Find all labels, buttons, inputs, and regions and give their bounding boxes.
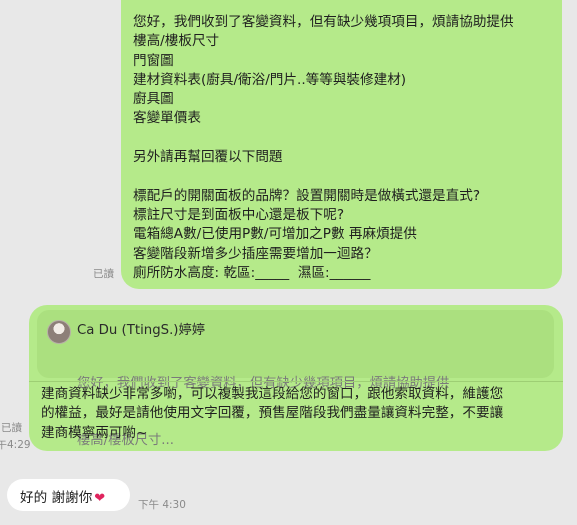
message-text: 您好，我們收到了客變資料，但有缺少幾項項目，煩請協助提供 樓高/樓板尺寸 門窗圖…	[133, 13, 554, 283]
avatar	[47, 320, 71, 344]
divider	[29, 381, 563, 382]
message-line: 您好，我們收到了客變資料，但有缺少幾項項目，煩請協助提供	[133, 14, 514, 30]
message-line: 樓高/樓板尺寸	[133, 33, 220, 50]
outgoing-message-bubble[interactable]: 您好，我們收到了客變資料，但有缺少幾項項目，煩請協助提供 樓高/樓板尺寸 門窗圖…	[121, 0, 562, 289]
message-line: 客變單價表	[133, 110, 201, 127]
message-text: 建商資料缺少非常多喲，可以複製我這段給您的窗口，跟他索取資料，維護您 的權益，最…	[41, 385, 553, 443]
message-line: 廚具圖	[133, 91, 174, 108]
message-line: 門窗圖	[133, 52, 174, 69]
timestamp: 下午4:29	[0, 439, 31, 451]
read-receipt: 已讀	[1, 422, 22, 434]
message-line: 建材資料表(廚具/衛浴/門片..等等與裝修建材)	[133, 71, 407, 88]
read-receipt: 已讀	[93, 268, 114, 280]
message-line: 建商資料缺少非常多喲，可以複製我這段給您的窗口，跟他索取資料，維護您	[41, 386, 504, 402]
message-line: 客變階段新增多少插座需要增加一迴路？	[133, 245, 378, 262]
message-line: 建商模寧兩可喲~	[41, 424, 148, 441]
message-line: 好的 謝謝你	[20, 490, 93, 506]
message-line: 電箱總A數/已使用P數/可增加之P數 再麻煩提供	[133, 226, 417, 243]
message-line	[133, 129, 554, 148]
message-line: 廁所防水高度: 乾區:_____ 濕區:______	[133, 264, 371, 281]
timestamp: 下午 4:30	[138, 499, 186, 511]
outgoing-reply-bubble[interactable]: Ca Du (TtingS.)婷婷 您好，我們收到了客變資料，但有缺少幾項項目，…	[29, 305, 563, 451]
incoming-message-bubble[interactable]: 好的 謝謝你 ❤	[7, 479, 130, 511]
message-line: 的權益，最好是請他使用文字回覆，預售屋階段我們盡量讓資料完整，不要讓	[41, 405, 504, 422]
message-text: 好的 謝謝你 ❤	[20, 486, 105, 506]
heart-icon: ❤	[94, 491, 106, 506]
message-line	[133, 167, 554, 186]
message-line: 標配戶的開關面板的品牌？設置開關時是做橫式還是直式?	[133, 187, 481, 204]
message-line: 標註尺寸是到面板中心還是板下呢?	[133, 206, 345, 223]
quoted-message[interactable]: Ca Du (TtingS.)婷婷 您好，我們收到了客變資料，但有缺少幾項項目，…	[37, 310, 554, 448]
message-line: 另外請再幫回覆以下問題	[133, 149, 283, 166]
